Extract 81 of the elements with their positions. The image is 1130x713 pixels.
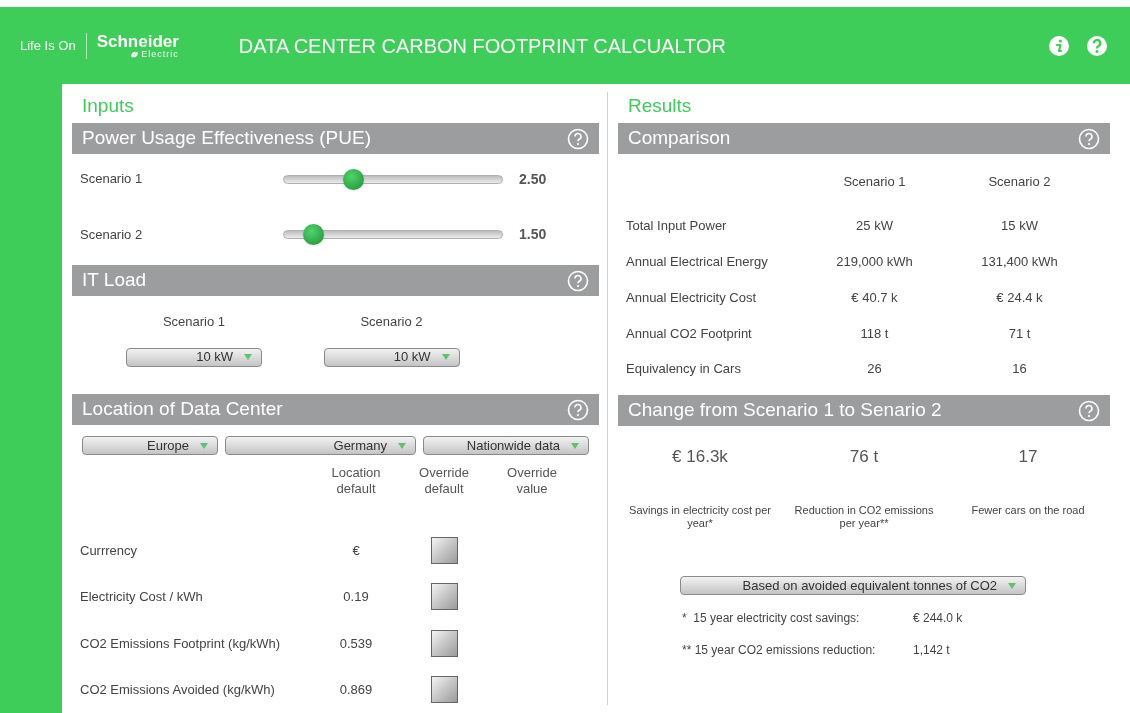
- help-icon[interactable]: [1086, 34, 1108, 57]
- help-icon[interactable]: [567, 269, 589, 292]
- row-label: Total Input Power: [625, 217, 728, 236]
- table-cell-text: 15 kW: [1001, 217, 1038, 236]
- caret-icon: [440, 353, 451, 361]
- default-value: 0.539: [339, 634, 373, 653]
- footnote-value: 1,142 t: [913, 642, 950, 659]
- dropdown[interactable]: Germany: [225, 436, 416, 455]
- scenario-label: Scenario 2: [360, 313, 423, 331]
- section-title: Change from Scenario 1 to Senario 2: [628, 398, 942, 423]
- metric-value: € 16.3k: [672, 446, 728, 468]
- row-label: Currrency: [79, 541, 139, 560]
- footnote-label: * 15 year electricity cost savings:: [682, 610, 861, 627]
- column-header: Scenario 2: [988, 173, 1051, 191]
- caret-icon: [199, 441, 209, 450]
- column-header: Override value: [506, 465, 558, 498]
- metric-label: Fewer cars on the road: [970, 504, 1086, 517]
- slider[interactable]: [283, 224, 503, 245]
- section-title: Comparison: [628, 126, 731, 151]
- row-label: Annual CO2 Footprint: [625, 324, 753, 343]
- slider-thumb[interactable]: [342, 168, 364, 190]
- table-cell-text: € 24.4 k: [996, 288, 1043, 307]
- table-cell-text: 26: [867, 360, 882, 379]
- default-value: €: [352, 541, 360, 560]
- caret-icon: [397, 441, 407, 450]
- checkbox[interactable]: [430, 536, 458, 564]
- help-icon[interactable]: [567, 127, 589, 150]
- help-icon[interactable]: [1078, 399, 1100, 422]
- table-cell-text: € 40.7 k: [851, 288, 898, 307]
- section-title: Location of Data Center: [82, 397, 283, 422]
- row-label: Annual Electrical Energy: [625, 252, 769, 271]
- slider-value: 2.50: [519, 169, 547, 189]
- panel-heading: Results: [627, 94, 693, 118]
- default-value: 0.869: [339, 681, 373, 699]
- footnote-value: € 244.0 k: [913, 610, 963, 627]
- metric-value: 76 t: [849, 446, 879, 468]
- table-cell-text: 71 t: [1008, 324, 1031, 343]
- dropdown[interactable]: 10 kW: [126, 347, 262, 367]
- table-cell-text: 16: [1012, 360, 1027, 379]
- row-label: Electricity Cost / kWh: [79, 588, 204, 606]
- caret-icon: [1007, 581, 1017, 590]
- panel-heading: Inputs: [81, 94, 135, 118]
- column-header: Location default: [330, 465, 382, 498]
- column-header: Scenario 1: [843, 173, 906, 191]
- default-value: 0.19: [343, 588, 369, 606]
- info-icon[interactable]: [1048, 34, 1070, 57]
- section-title: IT Load: [82, 268, 147, 293]
- caret-icon: [570, 441, 580, 450]
- checkbox[interactable]: [430, 629, 458, 657]
- slider-label: Scenario 2: [80, 225, 144, 244]
- row-label: CO2 Emissions Footprint (kg/kWh): [79, 634, 282, 653]
- metric-label: Reduction in CO2 emissions per year**: [793, 504, 935, 530]
- checkbox[interactable]: [430, 676, 458, 704]
- dropdown[interactable]: Europe: [82, 436, 218, 455]
- dropdown[interactable]: 10 kW: [323, 347, 460, 367]
- dropdown[interactable]: Based on avoided equivalent tonnes of CO2: [680, 576, 1026, 595]
- slider-label: Scenario 1: [80, 170, 144, 189]
- row-label: Annual Electricity Cost: [625, 288, 758, 307]
- help-icon[interactable]: [567, 398, 589, 421]
- dropdown[interactable]: Nationwide data: [423, 436, 589, 455]
- section-title: Power Usage Effectiveness (PUE): [82, 126, 371, 151]
- tagline: Life Is On: [20, 36, 77, 55]
- metric-value: 17: [1018, 446, 1038, 468]
- column-header: Override default: [418, 465, 470, 498]
- row-label: Equivalency in Cars: [625, 360, 742, 379]
- table-cell-text: 25 kW: [856, 217, 893, 236]
- slider[interactable]: [283, 168, 503, 190]
- footnote-label: ** 15 year CO2 emissions reduction:: [682, 642, 877, 659]
- help-icon[interactable]: [1078, 127, 1100, 150]
- table-cell-text: 131,400 kWh: [981, 252, 1058, 271]
- checkbox[interactable]: [430, 583, 458, 611]
- caret-icon: [243, 353, 253, 361]
- brand-logo: Schneider Electric: [96, 32, 179, 59]
- slider-thumb[interactable]: [302, 224, 324, 245]
- row-label: CO2 Emissions Avoided (kg/kWh): [79, 681, 276, 699]
- scenario-label: Scenario 1: [162, 313, 226, 331]
- app-title: DATA CENTER CARBON FOOTPRINT CALCUALTOR: [238, 33, 727, 59]
- metric-label: Savings in electricity cost per year*: [628, 504, 772, 530]
- slider-value: 1.50: [519, 225, 547, 244]
- table-cell-text: 219,000 kWh: [836, 252, 913, 271]
- table-cell-text: 118 t: [860, 324, 889, 343]
